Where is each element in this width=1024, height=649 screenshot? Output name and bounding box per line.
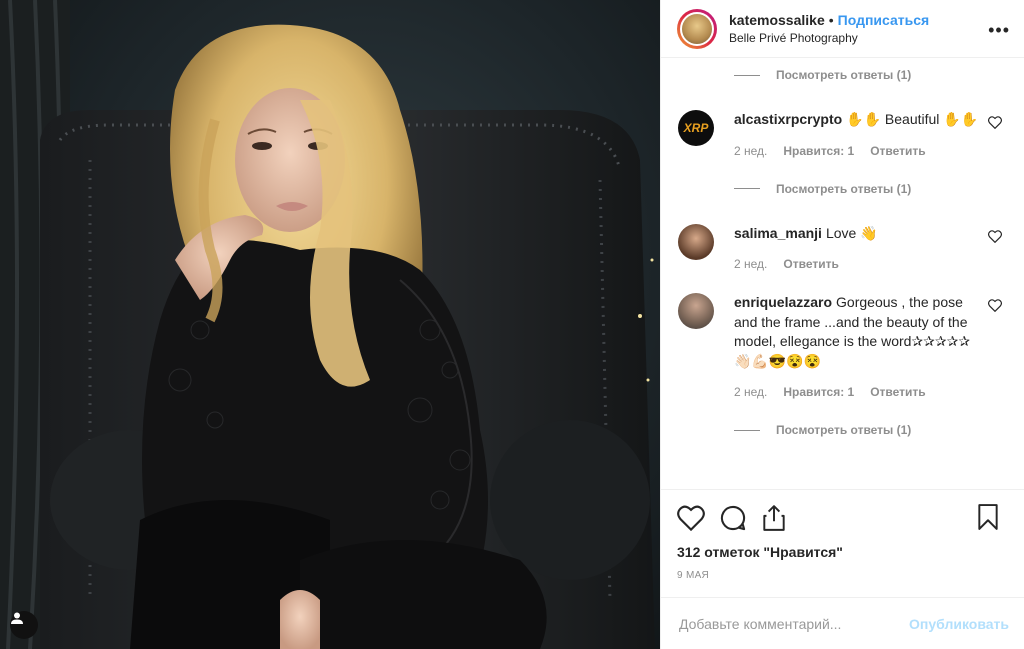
comment-icon[interactable]	[719, 504, 747, 532]
comment-item: XRP alcastixrpcrypto ✋✋ Beautiful ✋✋ 2 не…	[661, 110, 1024, 158]
comment-time[interactable]: 2 нед.	[734, 144, 767, 158]
post-date: 9 МАЯ	[677, 570, 710, 581]
author-username[interactable]: katemossalike	[729, 12, 825, 28]
tagged-users-button[interactable]	[10, 611, 38, 639]
comment-time[interactable]: 2 нед.	[734, 257, 767, 271]
comment-username[interactable]: enriquelazzaro	[734, 294, 832, 310]
post-sidebar: katemossalike • Подписаться Belle Privé Ph…	[660, 0, 1024, 649]
comment-text: ✋✋ Beautiful ✋✋	[846, 111, 979, 127]
comment-time[interactable]: 2 нед.	[734, 385, 767, 399]
more-horizontal-icon[interactable]: •••	[988, 20, 1010, 41]
comment-like-icon[interactable]	[988, 116, 1002, 129]
comments-list[interactable]: Посмотреть ответы (1) XRP alcastixrpcryp…	[661, 58, 1024, 488]
location-link[interactable]: Belle Privé Photography	[729, 29, 929, 47]
comment-like-icon[interactable]	[988, 229, 1002, 243]
comment-item: salima_manji Love 👋 2 нед. Ответить	[661, 223, 1024, 271]
comment-likes[interactable]: Нравится: 1	[783, 144, 854, 158]
comment-like-icon[interactable]	[988, 299, 1002, 312]
photo-illustration	[0, 0, 655, 649]
publish-button[interactable]: Опубликовать	[909, 616, 1009, 632]
separator-dot: •	[828, 11, 834, 28]
comment-username[interactable]: salima_manji	[734, 225, 822, 241]
comment-input[interactable]	[677, 614, 910, 633]
likes-count[interactable]: 312 отметок "Нравится"	[677, 544, 1009, 560]
commenter-avatar[interactable]: XRP	[678, 110, 714, 146]
heart-icon[interactable]	[677, 505, 705, 531]
reply-button[interactable]: Ответить	[870, 144, 925, 158]
user-icon	[11, 612, 23, 624]
share-icon[interactable]	[761, 504, 787, 532]
add-comment-bar: Опубликовать	[661, 597, 1024, 649]
reply-button[interactable]: Ответить	[783, 257, 838, 271]
post-actions: 312 отметок "Нравится" 9 МАЯ	[661, 489, 1024, 581]
author-avatar[interactable]	[677, 8, 717, 49]
commenter-avatar[interactable]	[678, 223, 714, 260]
comment-text: Love 👋	[825, 224, 878, 241]
comment-likes[interactable]: Нравится: 1	[783, 385, 854, 399]
comment-item: enriquelazzaro Gorgeous , the pose and th…	[661, 293, 1024, 399]
view-replies-button[interactable]: Посмотреть ответы (1)	[661, 66, 1024, 84]
post-header: katemossalike • Подписаться Belle Privé Ph…	[661, 0, 1024, 58]
bookmark-icon[interactable]	[977, 504, 999, 535]
follow-button[interactable]: Подписаться	[838, 12, 930, 28]
reply-button[interactable]: Ответить	[870, 385, 925, 399]
post-photo[interactable]	[0, 0, 660, 649]
view-replies-button[interactable]: Посмотреть ответы (1)	[661, 180, 1024, 198]
xrp-logo-icon: XRP	[683, 121, 709, 135]
commenter-avatar[interactable]	[678, 293, 714, 329]
view-replies-button[interactable]: Посмотреть ответы (1)	[661, 421, 1024, 439]
comment-username[interactable]: alcastixrpcrypto	[734, 111, 842, 127]
